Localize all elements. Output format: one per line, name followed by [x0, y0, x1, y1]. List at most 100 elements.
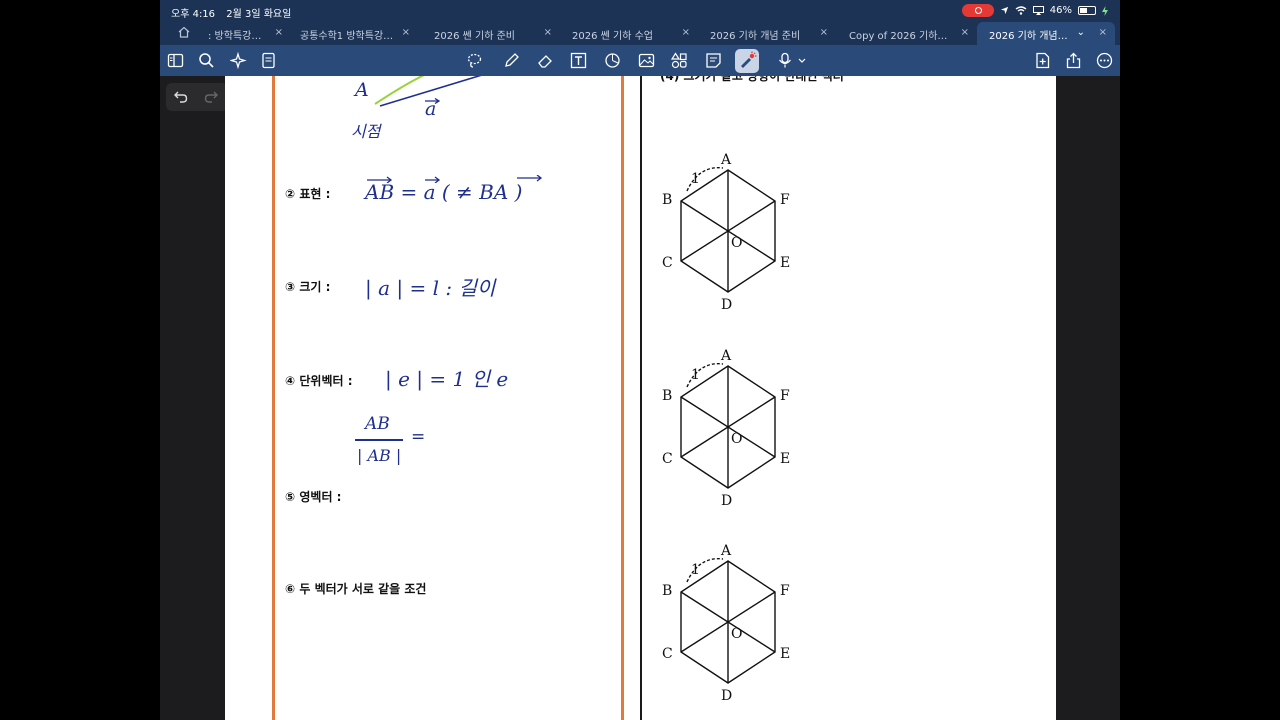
- tab-4[interactable]: 2026 기하 개념 준비 ×: [698, 22, 836, 45]
- chevron-down-icon[interactable]: ⌄: [1077, 27, 1085, 38]
- laser-pointer-button[interactable]: [735, 49, 759, 73]
- label-f: F: [780, 388, 790, 404]
- charging-icon: [1102, 5, 1108, 16]
- undo-redo-box: [166, 83, 228, 111]
- item-label: 표현 :: [299, 187, 331, 201]
- label-a: A: [720, 348, 732, 364]
- wifi-icon: [1015, 6, 1027, 15]
- label-b: B: [662, 192, 672, 208]
- battery-icon: [1078, 6, 1096, 15]
- label-f: F: [780, 192, 790, 208]
- label-b: B: [662, 388, 672, 404]
- item-4: ④ 단위벡터 :: [285, 372, 353, 389]
- status-time: 오후 4:16: [171, 9, 216, 20]
- label-d: D: [721, 493, 732, 507]
- microphone-icon[interactable]: [777, 52, 807, 69]
- redo-icon[interactable]: [204, 90, 219, 104]
- tab-close-icon[interactable]: ×: [682, 27, 690, 38]
- item-6: ⑥ 두 벡터가 서로 같을 조건: [285, 580, 426, 597]
- item-num: ⑥: [285, 582, 296, 596]
- handwriting-start-point: 시점: [351, 122, 381, 141]
- label-side: 1: [691, 171, 700, 187]
- item-label: 크기 :: [299, 280, 331, 294]
- tab-label: 2026 쎈 기하 준비: [434, 31, 515, 42]
- tab-close-icon[interactable]: ×: [275, 27, 283, 38]
- elements-icon[interactable]: [670, 52, 688, 69]
- battery-percent: 46%: [1049, 5, 1072, 16]
- label-a: A: [720, 543, 732, 559]
- tab-close-icon[interactable]: ×: [402, 27, 410, 38]
- item-label: 영벡터 :: [299, 490, 342, 504]
- tab-label: : 방학특강…: [208, 31, 262, 42]
- image-icon[interactable]: [638, 52, 655, 69]
- tab-5[interactable]: Copy of 2026 기하… ×: [837, 22, 977, 45]
- pen-icon[interactable]: [503, 52, 520, 69]
- label-side: 1: [691, 367, 700, 383]
- tab-6-active[interactable]: 2026 기하 개념… ⌄ ×: [977, 22, 1115, 45]
- sidebar-icon[interactable]: [167, 52, 184, 69]
- handwriting-expr-2: AB = a ( ≠ BA ): [365, 180, 523, 204]
- status-right: 46%: [961, 4, 1108, 17]
- hexagon-figure: A B C D E F O 1: [662, 152, 790, 311]
- screen-recording-icon[interactable]: [961, 4, 994, 17]
- handwriting-expr-4: | e | = 1 인 e: [385, 367, 509, 391]
- pages-icon[interactable]: [260, 52, 277, 69]
- left-margin-line: [272, 76, 275, 720]
- tab-label: 공통수학1 방학특강…: [300, 31, 394, 42]
- text-box-icon[interactable]: [570, 52, 587, 69]
- status-date: 2월 3일 화요일: [226, 9, 292, 20]
- tab-0[interactable]: : 방학특강… ×: [196, 22, 291, 45]
- document-page[interactable]: A a 시점 ② 표현 : AB = a ( ≠ BA ) ③ 크기 : | a…: [225, 76, 1056, 720]
- hexagon-figure: A B C D E F O 1: [662, 543, 790, 702]
- eraser-icon[interactable]: [537, 52, 554, 69]
- item-num: ④: [285, 374, 296, 388]
- sticky-note-icon[interactable]: [705, 52, 722, 69]
- tab-close-icon[interactable]: ×: [820, 27, 828, 38]
- label-c: C: [662, 646, 673, 662]
- vector-arrows-icon: [367, 175, 543, 183]
- status-left: 오후 4:16 2월 3일 화요일: [171, 5, 299, 20]
- item-label: 단위벡터 :: [299, 374, 353, 388]
- tab-3[interactable]: 2026 쎈 기하 수업 ×: [560, 22, 698, 45]
- label-o: O: [731, 626, 742, 642]
- tab-close-icon[interactable]: ×: [544, 27, 552, 38]
- tab-bar: : 방학특강… × 공통수학1 방학특강… × 2026 쎈 기하 준비 × 2…: [160, 22, 1120, 45]
- sparkle-icon[interactable]: [229, 51, 247, 70]
- item-5: ⑤ 영벡터 :: [285, 488, 341, 505]
- label-e: E: [780, 451, 790, 467]
- search-icon[interactable]: [198, 52, 215, 69]
- hexagon-figure: A B C D E F O 1: [662, 348, 790, 507]
- more-icon[interactable]: [1096, 52, 1113, 69]
- tab-close-icon[interactable]: ×: [1099, 27, 1107, 38]
- label-f: F: [780, 583, 790, 599]
- item-num: ③: [285, 280, 296, 294]
- column-divider: [640, 76, 642, 720]
- label-d: D: [721, 297, 732, 311]
- tab-close-icon[interactable]: ×: [961, 27, 969, 38]
- vector-arrow-icon: [425, 98, 440, 104]
- share-icon[interactable]: [1065, 52, 1082, 69]
- handwriting-expr-3: | a | = l : 길이: [365, 276, 496, 300]
- undo-icon[interactable]: [173, 90, 188, 104]
- home-icon[interactable]: [178, 26, 190, 38]
- lasso-icon[interactable]: [466, 52, 483, 69]
- item-num: ⑤: [285, 490, 296, 504]
- label-c: C: [662, 255, 673, 271]
- label-o: O: [731, 235, 742, 251]
- item-3: ③ 크기 :: [285, 278, 330, 295]
- shapes-icon[interactable]: [604, 52, 621, 69]
- tab-2[interactable]: 2026 쎈 기하 준비 ×: [422, 22, 560, 45]
- tab-label: 2026 기하 개념…: [989, 31, 1068, 42]
- item-2: ② 표현 :: [285, 185, 330, 202]
- handwriting-frac-den: | AB |: [357, 446, 402, 465]
- location-icon: [1000, 6, 1008, 15]
- tab-1[interactable]: 공통수학1 방학특강… ×: [288, 22, 418, 45]
- handwriting-frac-eq: =: [411, 427, 426, 447]
- label-b: B: [662, 583, 672, 599]
- handwriting-point-a: A: [355, 79, 369, 101]
- tab-label: 2026 쎈 기하 수업: [572, 31, 653, 42]
- toolbar: [160, 45, 1120, 76]
- screen-mirror-icon: [1032, 6, 1044, 15]
- label-o: O: [731, 431, 742, 447]
- new-page-icon[interactable]: [1034, 52, 1051, 69]
